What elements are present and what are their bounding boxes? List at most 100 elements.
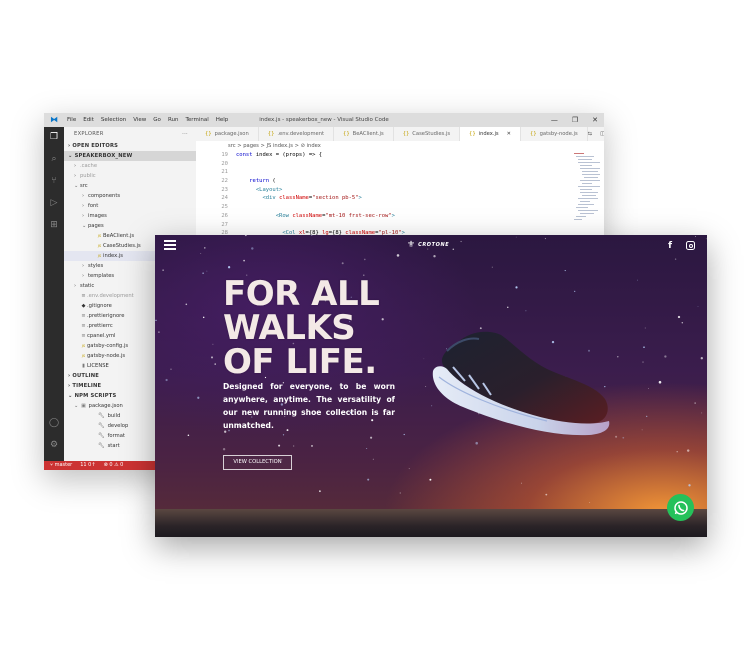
minimap[interactable] bbox=[572, 151, 604, 241]
tree-item-label: public bbox=[80, 173, 96, 179]
breadcrumb[interactable]: src > pages > JS index.js > ⊘ index bbox=[196, 141, 604, 151]
instagram-icon[interactable] bbox=[686, 241, 695, 250]
window-controls: — ❐ ✕ bbox=[551, 116, 598, 124]
package-icon: ▣ bbox=[81, 403, 86, 409]
code-token: <Row bbox=[275, 212, 293, 219]
menu-item-run[interactable]: Run bbox=[168, 117, 179, 123]
editor-tab[interactable]: {} index.js ✕ bbox=[460, 127, 521, 141]
view-collection-button[interactable]: VIEW COLLECTION bbox=[223, 455, 292, 470]
folder-item[interactable]: › font bbox=[64, 201, 196, 211]
branch-indicator[interactable]: ⑂ master bbox=[50, 461, 72, 470]
editor-tab[interactable]: {} gatsby-node.js bbox=[521, 127, 588, 141]
wrench-icon: 🔧︎ bbox=[98, 443, 105, 449]
problems-indicator[interactable]: ⊗ 0 ⚠ 0 bbox=[104, 461, 124, 470]
folder-item[interactable]: › public bbox=[64, 171, 196, 181]
explorer-header: EXPLORER ··· bbox=[64, 127, 196, 141]
close-tab-icon[interactable]: ✕ bbox=[507, 131, 511, 137]
npm-script-label: develop bbox=[107, 423, 129, 429]
file-icon: ≡ bbox=[81, 293, 86, 299]
editor-tab[interactable]: {} package.json bbox=[196, 127, 259, 141]
code-line: 21 bbox=[196, 168, 576, 177]
website-preview: ⚜ CROTONE f FOR ALL WALKS OF LIFE. Desig… bbox=[155, 235, 707, 537]
code-token: > bbox=[391, 212, 395, 219]
js-file-icon: JS bbox=[97, 234, 102, 238]
project-section[interactable]: ⌄ SPEAKERBOX_NEW bbox=[64, 151, 196, 161]
js-file-icon: JS bbox=[81, 354, 86, 358]
file-type-icon: {} bbox=[402, 131, 410, 137]
tree-item-label: components bbox=[88, 193, 121, 199]
file-icon: ≡ bbox=[81, 323, 86, 329]
menu-item-edit[interactable]: Edit bbox=[83, 117, 94, 123]
hamburger-menu-icon[interactable] bbox=[164, 240, 176, 250]
line-number: 19 bbox=[221, 152, 228, 158]
wrench-icon: 🔧︎ bbox=[98, 413, 105, 419]
open-editors-section[interactable]: › OPEN EDITORS bbox=[64, 141, 196, 151]
settings-gear-icon[interactable]: ⚙ bbox=[48, 439, 60, 451]
tab-label: CaseStudies.js bbox=[412, 131, 451, 137]
menu-item-help[interactable]: Help bbox=[216, 117, 229, 123]
code-token: <Layout> bbox=[255, 186, 283, 193]
run-debug-icon[interactable]: ▷ bbox=[48, 197, 60, 209]
tree-item-label: .env.development bbox=[87, 293, 134, 299]
minimize-button[interactable]: — bbox=[551, 116, 558, 124]
menu-item-go[interactable]: Go bbox=[153, 117, 161, 123]
folder-item[interactable]: › images bbox=[64, 211, 196, 221]
hero-headline: FOR ALL WALKS OF LIFE. bbox=[223, 277, 380, 379]
split-editor-icon[interactable]: ◫ bbox=[600, 127, 604, 141]
tree-item-label: BeAClient.js bbox=[103, 233, 135, 239]
source-control-icon[interactable]: ⑂ bbox=[48, 175, 60, 187]
file-icon: ▮ bbox=[82, 363, 85, 369]
package-json-label: package.json bbox=[88, 403, 123, 409]
brand-logo[interactable]: ⚜ CROTONE bbox=[407, 240, 449, 250]
js-file-icon: JS bbox=[81, 344, 86, 348]
folder-item[interactable]: ⌄ src bbox=[64, 181, 196, 191]
line-number: 25 bbox=[221, 204, 228, 211]
wrench-icon: 🔧︎ bbox=[98, 423, 105, 429]
whatsapp-chat-button[interactable] bbox=[667, 494, 694, 521]
menu-item-selection[interactable]: Selection bbox=[101, 117, 126, 123]
line-number: 20 bbox=[221, 160, 228, 167]
folder-item[interactable]: ⌄ pages bbox=[64, 221, 196, 231]
npm-scripts-label: NPM SCRIPTS bbox=[74, 393, 117, 399]
tree-item-label: CaseStudies.js bbox=[103, 243, 141, 249]
extensions-icon[interactable]: ⊞ bbox=[48, 219, 60, 231]
menu-item-file[interactable]: File bbox=[67, 117, 76, 123]
editor-tab[interactable]: {} CaseStudies.js bbox=[394, 127, 461, 141]
search-icon[interactable]: ⌕ bbox=[48, 153, 60, 165]
folder-item[interactable]: › .cache bbox=[64, 161, 196, 171]
menu-item-terminal[interactable]: Terminal bbox=[185, 117, 208, 123]
more-actions-button[interactable]: ··· bbox=[182, 127, 188, 141]
tree-item-label: images bbox=[88, 213, 107, 219]
social-links: f bbox=[668, 241, 695, 251]
compare-icon[interactable]: ⇆ bbox=[588, 127, 592, 141]
tree-item-label: index.js bbox=[103, 253, 123, 259]
close-button[interactable]: ✕ bbox=[592, 116, 598, 124]
editor-tab[interactable]: {} .env.development bbox=[259, 127, 335, 141]
editor-tab[interactable]: {} BeAClient.js bbox=[334, 127, 394, 141]
explorer-icon[interactable]: ❐ bbox=[48, 131, 60, 143]
account-icon[interactable]: ◯ bbox=[48, 417, 60, 429]
facebook-icon[interactable]: f bbox=[668, 241, 672, 251]
code-token: return bbox=[249, 178, 270, 185]
menu-bar: File Edit Selection View Go Run Terminal Help bbox=[67, 117, 228, 123]
line-number: 22 bbox=[221, 178, 228, 185]
line-number: 21 bbox=[221, 169, 228, 176]
file-type-icon: {} bbox=[343, 131, 350, 137]
tree-item-label: .gitignore bbox=[87, 303, 112, 309]
code-token: > bbox=[358, 195, 362, 202]
menu-item-view[interactable]: View bbox=[133, 117, 146, 123]
js-file-icon: JS bbox=[97, 254, 102, 258]
tree-item-label: gatsby-config.js bbox=[87, 343, 129, 349]
code-token: index = (props) => { bbox=[255, 152, 323, 158]
tree-item-label: LICENSE bbox=[87, 363, 109, 369]
line-number: 24 bbox=[221, 195, 228, 202]
folder-item[interactable]: › components bbox=[64, 191, 196, 201]
restore-button[interactable]: ❐ bbox=[572, 116, 578, 124]
code-line: 23 <Layout> bbox=[196, 186, 576, 195]
editor-tabs: {} package.json{} .env.development{} BeACli… bbox=[196, 127, 604, 141]
tree-item-label: .cache bbox=[80, 163, 98, 169]
sync-indicator[interactable]: 11 0↑ bbox=[80, 461, 95, 470]
code-editor[interactable]: 19 const index = (props) => {20 21 22 retur… bbox=[196, 151, 576, 247]
vscode-logo-icon: ⧓ bbox=[50, 115, 58, 124]
